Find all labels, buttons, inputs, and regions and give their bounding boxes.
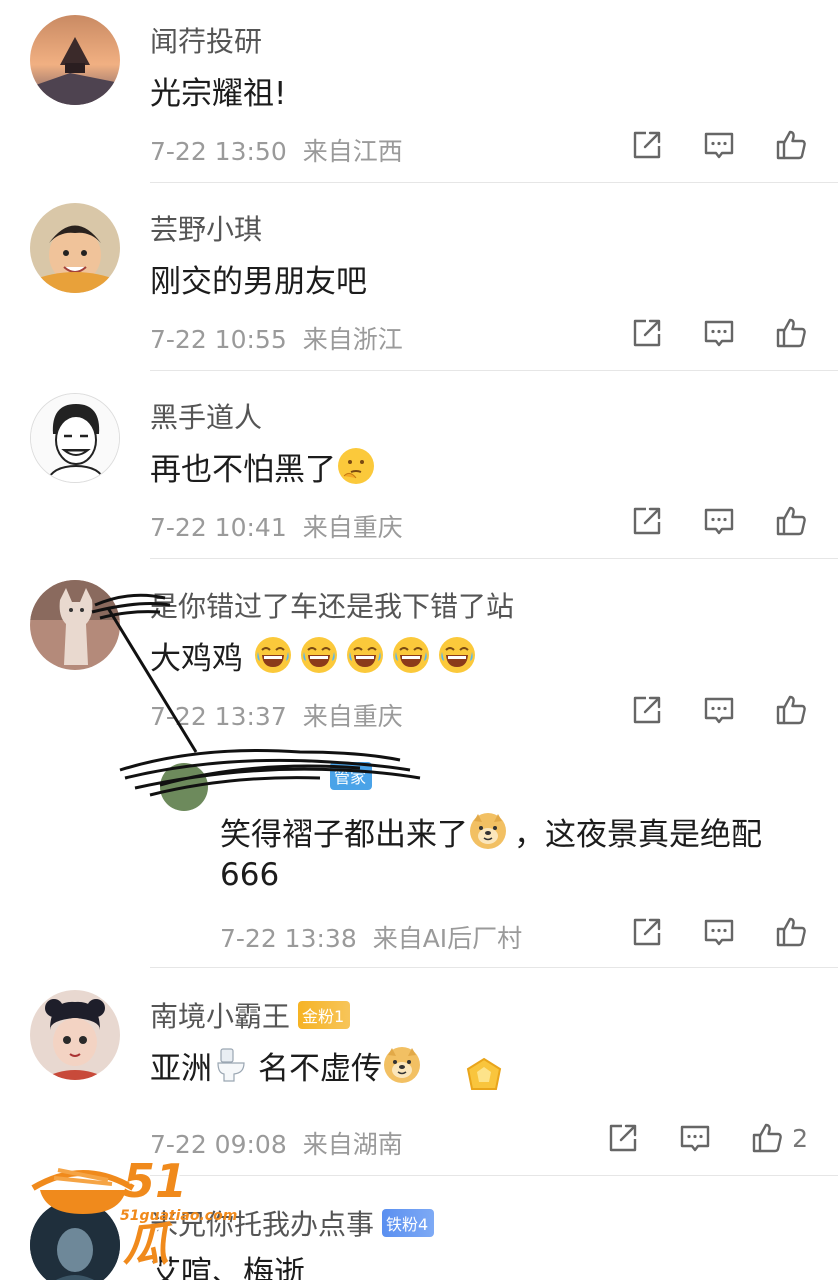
location: 来自重庆 — [302, 702, 403, 731]
avatar[interactable] — [30, 393, 120, 483]
reply-text-b: ，这夜景真是绝配 — [514, 817, 762, 853]
comment-text: 光宗耀祖! — [150, 76, 287, 112]
reply-username[interactable]: 管家 — [220, 761, 373, 794]
watermark-url: 51guatiao.com — [120, 1208, 238, 1224]
comment-meta: 7-22 10:41 来自重庆 — [150, 508, 403, 544]
share-icon[interactable] — [630, 504, 664, 538]
fan-badge: 金粉1 — [298, 1001, 351, 1029]
comment-text-b: 名不虚传 — [258, 1051, 382, 1087]
comment-meta: 7-22 13:37 来自重庆 — [150, 697, 403, 733]
like-icon[interactable] — [774, 915, 808, 949]
avatar[interactable] — [30, 203, 120, 293]
avatar[interactable] — [30, 15, 120, 105]
comment-icon[interactable] — [702, 915, 736, 949]
comment-actions — [630, 504, 808, 538]
comment-actions — [630, 128, 808, 162]
laugh-cry-emoji-icon — [345, 635, 385, 675]
comment-actions — [630, 693, 808, 727]
avatar[interactable] — [30, 990, 120, 1080]
comment-icon[interactable] — [702, 504, 736, 538]
doge-emoji-icon — [468, 811, 508, 851]
comment-actions — [630, 316, 808, 350]
laugh-cry-emoji-icon — [253, 635, 293, 675]
reply-meta: 7-22 13:38 来自AI后厂村 — [220, 919, 522, 955]
timestamp: 7-22 13:50 — [150, 137, 287, 166]
like-icon[interactable] — [774, 128, 808, 162]
timestamp: 7-22 10:55 — [150, 325, 287, 354]
location: 来自重庆 — [302, 513, 403, 542]
location: 来自浙江 — [302, 325, 403, 354]
comment-text-value: 再也不怕黑了 — [150, 452, 336, 488]
username[interactable]: 芸野小琪 — [150, 208, 262, 248]
like-icon[interactable] — [750, 1121, 784, 1155]
divider — [150, 370, 838, 371]
comment-icon[interactable] — [702, 128, 736, 162]
username[interactable]: 闻荇投研 — [150, 20, 262, 60]
comment-icon[interactable] — [678, 1121, 712, 1155]
laugh-cry-emoji-icon — [391, 635, 431, 675]
location: 来自江西 — [302, 137, 403, 166]
share-icon[interactable] — [630, 915, 664, 949]
like-icon[interactable] — [774, 504, 808, 538]
comment-icon[interactable] — [702, 693, 736, 727]
divider — [150, 558, 838, 559]
comment-meta: 7-22 10:55 来自浙江 — [150, 320, 403, 356]
toilet-emoji-icon — [212, 1045, 252, 1085]
reply-text-a: 笑得褶子都出来了 — [220, 817, 468, 853]
avatar[interactable] — [30, 580, 120, 670]
username-text[interactable]: 南境小霸王 — [150, 1000, 290, 1033]
reply-badge: 管家 — [330, 762, 373, 790]
username[interactable]: 黑手道人 — [150, 396, 262, 436]
username[interactable]: 南境小霸王 金粉1 — [150, 995, 351, 1035]
divider — [150, 182, 838, 183]
fan-badge: 铁粉4 — [382, 1209, 435, 1237]
comment-text: 再也不怕黑了 — [150, 444, 382, 489]
timestamp: 7-22 13:37 — [150, 702, 287, 731]
divider — [150, 1175, 838, 1176]
reply-avatar[interactable] — [160, 763, 208, 811]
share-icon[interactable] — [630, 128, 664, 162]
laugh-cry-emoji-icon — [437, 635, 477, 675]
username[interactable]: 是你错过了车还是我下错了站 — [150, 585, 514, 625]
reply-text-line2: 666 — [220, 857, 280, 893]
share-icon[interactable] — [606, 1121, 640, 1155]
like-count: 2 — [792, 1123, 808, 1153]
timestamp: 7-22 10:41 — [150, 513, 287, 542]
share-icon[interactable] — [630, 693, 664, 727]
medal-icon — [460, 1055, 508, 1095]
divider — [150, 967, 838, 968]
thinking-emoji-icon — [336, 446, 376, 486]
location: 来自AI后厂村 — [372, 924, 523, 953]
comment-text: 亚洲 名不虚传 — [150, 1043, 428, 1088]
like-button[interactable]: 2 — [750, 1121, 808, 1155]
like-icon[interactable] — [774, 316, 808, 350]
comment-text: 大鸡鸡 — [150, 633, 483, 678]
like-icon[interactable] — [774, 693, 808, 727]
reply-text: 笑得褶子都出来了 ，这夜景真是绝配 — [220, 809, 762, 854]
location: 来自湖南 — [302, 1130, 403, 1159]
comment-actions: 2 — [606, 1121, 808, 1155]
comment-text-a: 亚洲 — [150, 1051, 212, 1087]
comment-text: 刚交的男朋友吧 — [150, 264, 367, 300]
reply-actions — [630, 915, 808, 949]
comment-text-value: 大鸡鸡 — [150, 641, 243, 677]
watermark: 51瓜条 51guatiao.com — [28, 1154, 237, 1271]
share-icon[interactable] — [630, 316, 664, 350]
comment-meta: 7-22 13:50 来自江西 — [150, 132, 403, 168]
laugh-cry-emoji-icon — [299, 635, 339, 675]
comment-icon[interactable] — [702, 316, 736, 350]
timestamp: 7-22 13:38 — [220, 924, 357, 953]
doge-emoji-icon — [382, 1045, 422, 1085]
comment-meta: 7-22 09:08 来自湖南 — [150, 1125, 403, 1161]
